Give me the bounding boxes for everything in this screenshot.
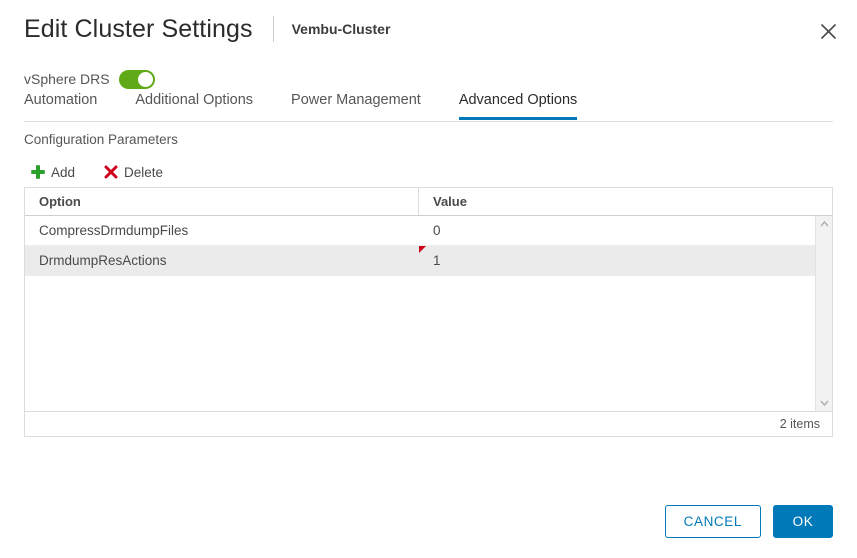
toggle-knob: [137, 71, 153, 87]
table-footer: 2 items: [24, 412, 833, 437]
tab-automation[interactable]: Automation: [24, 92, 97, 120]
x-mark-icon: [103, 165, 118, 180]
tab-additional-options[interactable]: Additional Options: [135, 92, 253, 120]
edited-cell-marker-icon: [419, 246, 426, 253]
vsphere-drs-label: vSphere DRS: [24, 71, 110, 87]
tab-bar: Automation Additional Options Power Mana…: [24, 92, 833, 122]
cell-value-text: 1: [433, 253, 441, 268]
table-row[interactable]: DrmdumpResActions 1: [25, 246, 815, 276]
add-button[interactable]: Add: [30, 165, 75, 180]
cell-option: DrmdumpResActions: [39, 253, 167, 268]
column-header-option[interactable]: Option: [25, 188, 419, 215]
table-header-row: Option Value: [25, 188, 832, 216]
configuration-parameters-label: Configuration Parameters: [24, 132, 178, 147]
cell-value[interactable]: 0: [419, 216, 815, 245]
item-count-label: 2 items: [779, 417, 820, 431]
table-action-bar: Add Delete: [30, 162, 191, 182]
ok-button[interactable]: OK: [773, 505, 833, 538]
close-icon[interactable]: [813, 16, 843, 46]
cell-option: CompressDrmdumpFiles: [39, 223, 189, 238]
delete-button-label: Delete: [124, 164, 164, 180]
title-divider: [272, 16, 274, 42]
configuration-parameters-table: Option Value CompressDrmdumpFiles 0 Drmd…: [24, 187, 833, 412]
tab-advanced-options[interactable]: Advanced Options: [458, 92, 578, 120]
edit-cluster-settings-dialog: Edit Cluster Settings Vembu-Cluster vSph…: [0, 0, 857, 558]
table-body-area: CompressDrmdumpFiles 0 DrmdumpResActions…: [25, 216, 832, 411]
table-vertical-scrollbar[interactable]: [815, 216, 832, 411]
delete-button[interactable]: Delete: [103, 165, 163, 180]
plus-icon: [30, 165, 45, 180]
cell-value[interactable]: 1: [419, 246, 815, 275]
add-button-label: Add: [51, 164, 76, 180]
page-title: Edit Cluster Settings: [24, 14, 253, 43]
vsphere-drs-toggle[interactable]: [118, 69, 155, 89]
vsphere-drs-row: vSphere DRS: [24, 68, 155, 90]
table-row[interactable]: CompressDrmdumpFiles 0: [25, 216, 815, 246]
chevron-down-icon[interactable]: [816, 395, 832, 411]
cluster-name-label: Vembu-Cluster: [291, 21, 391, 37]
column-header-value[interactable]: Value: [419, 188, 832, 215]
table-body: CompressDrmdumpFiles 0 DrmdumpResActions…: [25, 216, 815, 411]
chevron-up-icon[interactable]: [816, 216, 832, 232]
cancel-button[interactable]: CANCEL: [664, 505, 761, 538]
tab-power-management[interactable]: Power Management: [291, 92, 421, 120]
dialog-footer: CANCEL OK: [664, 505, 833, 538]
dialog-header: Edit Cluster Settings Vembu-Cluster: [0, 0, 857, 58]
